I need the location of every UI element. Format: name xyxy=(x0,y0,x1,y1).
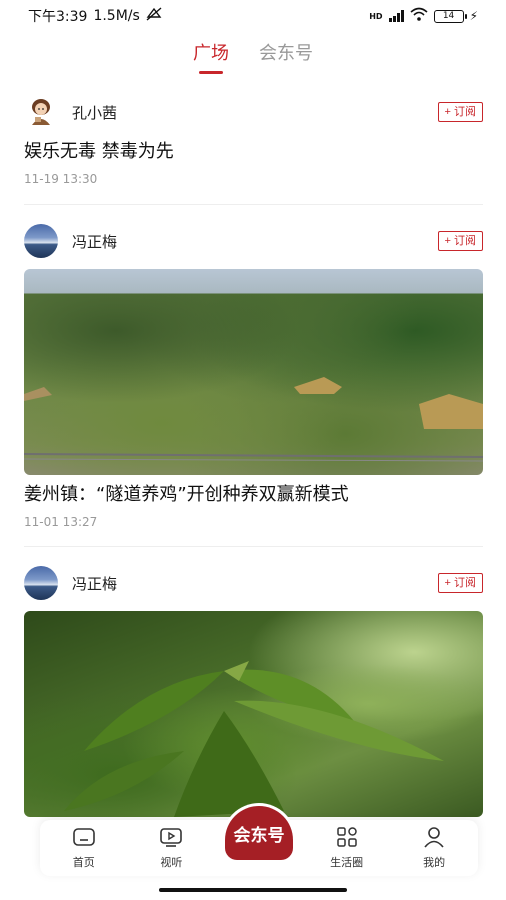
avatar xyxy=(24,95,58,129)
hd-badge: HD xyxy=(369,11,383,21)
status-time: 下午3:39 xyxy=(28,9,88,25)
status-bar: 下午3:39 1.5M/s HD 14 ⚡ xyxy=(0,0,506,32)
nav-home[interactable]: 首页 xyxy=(49,826,119,870)
top-tabs: 广场 会东号 xyxy=(0,42,506,82)
home-icon xyxy=(72,826,96,852)
feed-list: 孔小茜 + 订阅 娱乐无毒 禁毒为先 11-19 13:30 冯正梅 + 订阅 … xyxy=(24,92,483,817)
tab-huidonghao[interactable]: 会东号 xyxy=(259,42,313,70)
charging-icon: ⚡ xyxy=(469,9,478,23)
author-info[interactable]: 冯正梅 xyxy=(24,224,117,258)
subscribe-button[interactable]: + 订阅 xyxy=(437,102,483,122)
author-info[interactable]: 冯正梅 xyxy=(24,566,117,600)
grid-icon xyxy=(335,826,359,852)
feed-post[interactable]: 孔小茜 + 订阅 娱乐无毒 禁毒为先 11-19 13:30 xyxy=(24,92,483,205)
post-image[interactable] xyxy=(24,611,483,817)
status-speed: 1.5M/s xyxy=(93,8,140,24)
nav-label: 首页 xyxy=(72,856,95,869)
signal-icon xyxy=(388,10,404,22)
nav-life-circle[interactable]: 生活圈 xyxy=(312,826,382,870)
feed-post[interactable]: 冯正梅 + 订阅 xyxy=(24,547,483,817)
feed-post[interactable]: 冯正梅 + 订阅 姜州镇：“隧道养鸡”开创种养双赢新模式 11-01 13:27 xyxy=(24,205,483,547)
home-indicator[interactable] xyxy=(159,888,347,892)
avatar xyxy=(24,566,58,600)
wifi-icon xyxy=(410,7,428,25)
post-image[interactable] xyxy=(24,269,483,475)
nav-media[interactable]: 视听 xyxy=(136,826,206,870)
author-info[interactable]: 孔小茜 xyxy=(24,95,117,129)
subscribe-button[interactable]: + 订阅 xyxy=(437,231,483,251)
bottom-nav: 首页 视听 会东号 生活圈 我的 xyxy=(40,806,478,876)
post-header: 冯正梅 + 订阅 xyxy=(24,221,483,261)
nav-label: 我的 xyxy=(423,856,446,869)
post-header: 冯正梅 + 订阅 xyxy=(24,563,483,603)
author-name: 孔小茜 xyxy=(72,103,118,122)
post-time: 11-19 13:30 xyxy=(24,172,98,186)
tab-plaza[interactable]: 广场 xyxy=(193,42,229,70)
subscribe-button[interactable]: + 订阅 xyxy=(437,573,483,593)
avatar xyxy=(24,224,58,258)
author-name: 冯正梅 xyxy=(72,232,118,251)
user-icon xyxy=(422,826,446,852)
nav-mine[interactable]: 我的 xyxy=(399,826,469,870)
mute-icon xyxy=(146,7,162,25)
tv-icon xyxy=(159,826,183,852)
nav-center[interactable]: 会东号 xyxy=(224,806,294,876)
post-title[interactable]: 姜州镇：“隧道养鸡”开创种养双赢新模式 xyxy=(24,483,483,507)
battery-level: 14 xyxy=(442,11,455,21)
post-header: 孔小茜 + 订阅 xyxy=(24,92,483,132)
nav-label: 视听 xyxy=(160,856,183,869)
nav-label: 生活圈 xyxy=(330,856,364,869)
post-time: 11-01 13:27 xyxy=(24,515,98,529)
author-name: 冯正梅 xyxy=(72,574,118,593)
battery-icon: 14 xyxy=(433,9,467,23)
post-title[interactable]: 娱乐无毒 禁毒为先 xyxy=(24,140,483,164)
